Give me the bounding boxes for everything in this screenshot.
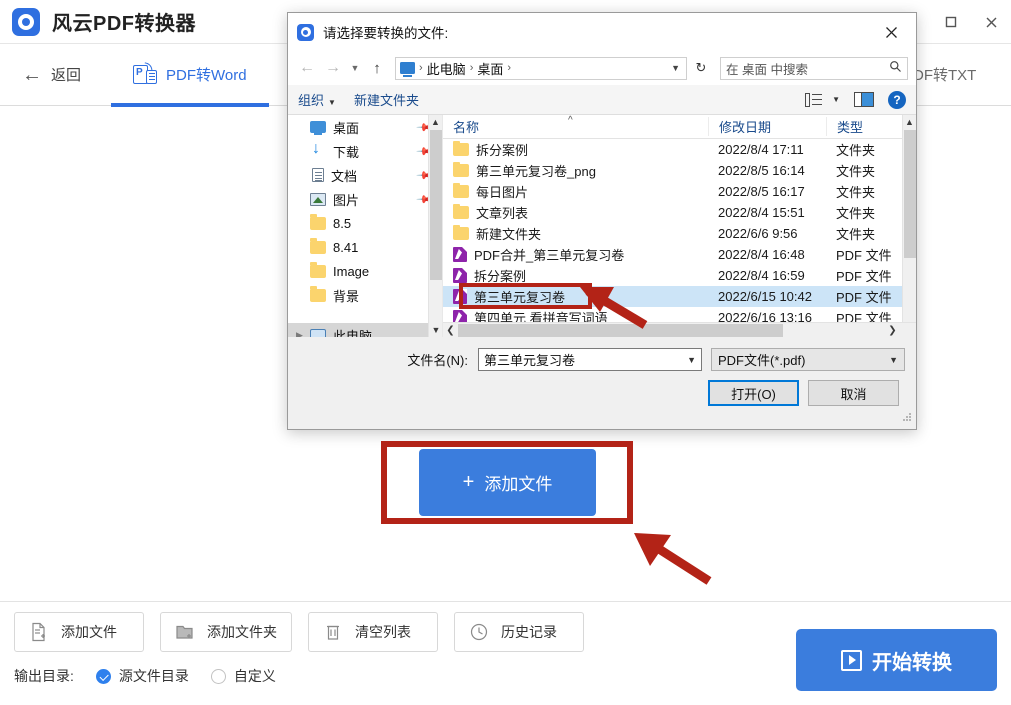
annotation-arrow-to-file: [580, 287, 648, 329]
annotation-arrows: [580, 287, 712, 585]
annotation-arrow-to-add-button: [634, 533, 712, 585]
